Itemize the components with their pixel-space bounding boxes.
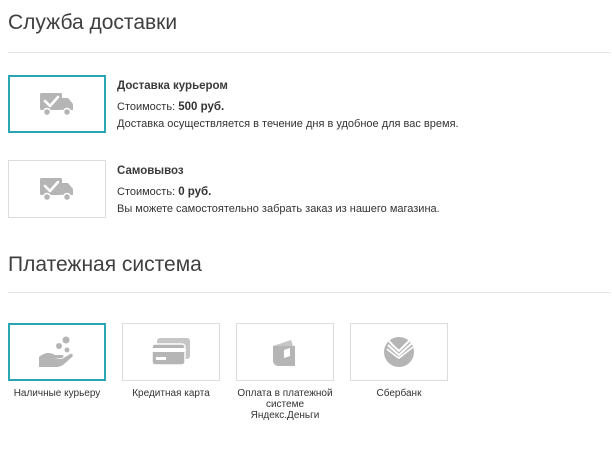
payment-divider: [8, 292, 610, 293]
payment-option-card[interactable]: [122, 323, 220, 381]
delivery-option-name: Самовывоз: [117, 165, 184, 177]
delivery-option-description: Вы можете самостоятельно забрать заказ и…: [117, 203, 440, 215]
price-prefix: Стоимость:: [117, 186, 179, 198]
delivery-option-pickup[interactable]: [8, 160, 106, 218]
truck-check-icon: [39, 91, 75, 117]
cash-hand-icon: [37, 335, 77, 369]
payment-option-cash-label: Наличные курьеру: [13, 388, 101, 399]
delivery-option-name: Доставка курьером: [117, 80, 228, 92]
yandex-money-wallet-icon: [269, 336, 301, 368]
payment-section-title: Платежная система: [8, 253, 202, 276]
payment-option-yandex-money-label: Оплата в платежной системе Яндекс.Деньги: [237, 388, 333, 421]
sberbank-logo-icon: [382, 335, 416, 369]
delivery-divider: [8, 52, 610, 53]
payment-option-sberbank-label: Сбербанк: [376, 388, 422, 399]
payment-option-yandex-money[interactable]: [236, 323, 334, 381]
credit-card-icon: [150, 337, 192, 367]
delivery-option-pickup-text: Самовывоз Стоимость: 0 руб. Вы можете са…: [117, 165, 440, 220]
truck-check-icon: [39, 176, 75, 202]
delivery-option-price: 0 руб.: [178, 186, 212, 198]
payment-option-sberbank[interactable]: [350, 323, 448, 381]
delivery-option-price-line: Стоимость: 500 руб.: [117, 101, 459, 113]
price-prefix: Стоимость:: [117, 101, 179, 113]
delivery-option-price: 500 руб.: [178, 101, 225, 113]
delivery-section-title: Служба доставки: [8, 11, 178, 34]
payment-option-card-label: Кредитная карта: [132, 388, 210, 399]
delivery-option-description: Доставка осуществляется в течение дня в …: [117, 118, 459, 130]
payment-option-cash[interactable]: [8, 323, 106, 381]
delivery-option-price-line: Стоимость: 0 руб.: [117, 186, 440, 198]
delivery-option-courier[interactable]: [8, 75, 106, 133]
delivery-option-courier-text: Доставка курьером Стоимость: 500 руб. До…: [117, 80, 459, 135]
